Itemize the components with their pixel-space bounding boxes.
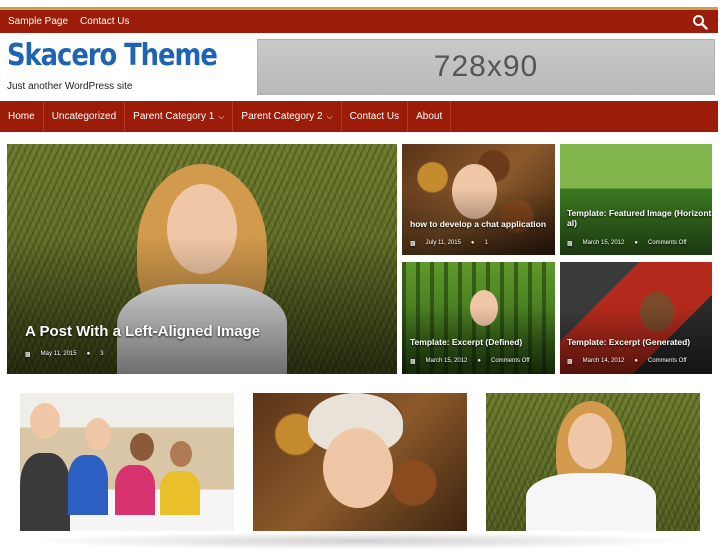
student-face xyxy=(30,403,60,439)
post-comments: 1 xyxy=(484,240,488,246)
bottom-image-classroom[interactable] xyxy=(20,393,234,531)
page: Sample Page Contact Us Skacero Theme Jus… xyxy=(0,0,725,558)
calendar-icon: ▩ xyxy=(567,359,573,365)
nav-item-label: Contact Us xyxy=(349,111,400,122)
nav-item-label: Parent Category 2 xyxy=(241,111,323,122)
student-face xyxy=(170,441,192,467)
nav-item-label: Parent Category 1 xyxy=(133,111,215,122)
site-tagline: Just another WordPress site xyxy=(7,81,133,92)
nav-item-label: About xyxy=(416,111,443,122)
post-comments: 3 xyxy=(100,351,104,357)
top-bar: Sample Page Contact Us xyxy=(0,7,718,33)
top-link-contact-us[interactable]: Contact Us xyxy=(80,16,129,27)
calendar-icon: ▩ xyxy=(25,352,31,358)
ad-banner[interactable]: 728x90 xyxy=(257,39,715,95)
post-title[interactable]: Template: Excerpt (Defined) xyxy=(410,337,522,347)
post-meta: ▩ March 14, 2012 ● Comments Off xyxy=(567,358,687,365)
featured-grid-post-2[interactable]: Template: Featured Image (Horizont al) ▩… xyxy=(560,144,712,255)
post-date: July 11, 2015 xyxy=(425,240,461,246)
post-comments: Comments Off xyxy=(648,358,687,364)
portrait-shirt xyxy=(526,473,656,531)
post-comments: Comments Off xyxy=(491,358,530,364)
comment-icon: ● xyxy=(634,358,638,364)
child-face xyxy=(323,428,393,508)
search-icon[interactable] xyxy=(692,14,708,30)
main-navigation: Home Uncategorized Parent Category 1 ⌵ Pa… xyxy=(0,101,718,132)
nav-item-contact-us[interactable]: Contact Us xyxy=(342,101,409,132)
nav-item-uncategorized[interactable]: Uncategorized xyxy=(44,101,126,132)
featured-grid-post-1[interactable]: how to develop a chat application ▩ July … xyxy=(402,144,555,255)
post-meta: ▩ March 15, 2012 ● Comments Off xyxy=(567,240,687,247)
post-title[interactable]: Template: Excerpt (Generated) xyxy=(567,337,690,347)
featured-main-post[interactable]: A Post With a Left-Aligned Image ▩ May 1… xyxy=(7,144,397,374)
post-date: March 15, 2012 xyxy=(582,240,625,246)
post-title[interactable]: Template: Featured Image (Horizont al) xyxy=(567,208,712,228)
nav-item-label: Uncategorized xyxy=(51,111,117,122)
nav-item-home[interactable]: Home xyxy=(0,101,44,132)
post-meta: ▩ March 15, 2012 ● Comments Off xyxy=(410,358,530,365)
post-title[interactable]: how to develop a chat application xyxy=(410,219,546,229)
student-shirt xyxy=(20,453,70,531)
chevron-down-icon: ⌵ xyxy=(326,111,333,121)
calendar-icon: ▩ xyxy=(410,241,416,247)
comment-icon: ● xyxy=(470,240,475,246)
student-face xyxy=(130,433,154,461)
featured-grid-post-4[interactable]: Template: Excerpt (Generated) ▩ March 14,… xyxy=(560,262,712,374)
student-shirt xyxy=(115,465,155,515)
bottom-image-woman-in-grass[interactable] xyxy=(486,393,700,531)
calendar-icon: ▩ xyxy=(410,359,416,365)
post-date: May 11, 2015 xyxy=(40,351,77,357)
bottom-shadow xyxy=(20,532,700,550)
comment-icon: ● xyxy=(86,351,91,357)
nav-item-parent-category-1[interactable]: Parent Category 1 ⌵ xyxy=(125,101,234,132)
featured-grid-post-3[interactable]: Template: Excerpt (Defined) ▩ March 15, 2… xyxy=(402,262,555,374)
post-title[interactable]: A Post With a Left-Aligned Image xyxy=(25,323,260,340)
ad-banner-text: 728x90 xyxy=(433,50,539,83)
nav-item-parent-category-2[interactable]: Parent Category 2 ⌵ xyxy=(233,101,342,132)
post-date: March 14, 2012 xyxy=(582,358,625,364)
nav-item-label: Home xyxy=(8,111,35,122)
chevron-down-icon: ⌵ xyxy=(218,111,225,121)
comment-icon: ● xyxy=(477,358,481,364)
site-title[interactable]: Skacero Theme xyxy=(7,38,218,73)
post-date: March 15, 2012 xyxy=(425,358,468,364)
top-link-sample-page[interactable]: Sample Page xyxy=(8,16,68,27)
comment-icon: ● xyxy=(634,240,638,246)
student-shirt xyxy=(160,471,200,515)
post-meta: ▩ July 11, 2015 ● 1 xyxy=(410,240,488,247)
student-shirt xyxy=(68,455,108,515)
bottom-image-child-in-leaves[interactable] xyxy=(253,393,467,531)
post-comments: Comments Off xyxy=(648,240,687,246)
nav-item-about[interactable]: About xyxy=(408,101,452,132)
portrait-face xyxy=(568,413,612,469)
student-face xyxy=(85,418,111,450)
post-meta: ▩ May 11, 2015 ● 3 xyxy=(25,351,104,358)
calendar-icon: ▩ xyxy=(567,241,573,247)
